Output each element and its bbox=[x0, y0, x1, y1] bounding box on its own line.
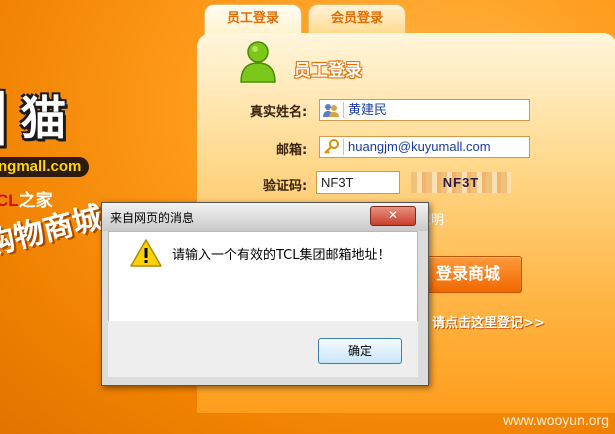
captcha-image[interactable]: NF3T bbox=[411, 172, 511, 193]
captcha-input[interactable]: NF3T bbox=[316, 171, 400, 194]
watermark: www.wooyun.org bbox=[503, 412, 609, 428]
logo-tcl-brand: CL bbox=[0, 191, 19, 210]
email-label: 邮箱: bbox=[276, 143, 308, 158]
alert-dialog: 来自网页的消息 ✕ 请输入一个有效的TCL集团邮箱地址！ 确定 bbox=[101, 202, 429, 386]
name-input[interactable]: 黄建民 bbox=[319, 99, 530, 121]
name-value: 黄建民 bbox=[348, 102, 388, 117]
captcha-label: 验证码: bbox=[263, 179, 308, 194]
dialog-title: 来自网页的消息 bbox=[110, 211, 195, 225]
register-link[interactable]: 请点击这里登记>> bbox=[432, 312, 545, 331]
dialog-message: 请输入一个有效的TCL集团邮箱地址！ bbox=[172, 248, 391, 263]
name-label: 真实姓名: bbox=[250, 105, 308, 120]
panel-heading: 员工登录 bbox=[294, 61, 362, 81]
logo-title-text: 猫 bbox=[20, 91, 66, 145]
tab-member-login[interactable]: 会员登录 bbox=[308, 4, 406, 35]
user-avatar-icon bbox=[240, 41, 276, 83]
close-icon: ✕ bbox=[387, 208, 399, 222]
close-button[interactable]: ✕ bbox=[370, 206, 416, 226]
tab-staff-login[interactable]: 员工登录 bbox=[204, 4, 302, 35]
ok-button[interactable]: 确定 bbox=[318, 338, 402, 364]
key-icon bbox=[324, 139, 339, 154]
warning-icon bbox=[130, 239, 162, 267]
dialog-titlebar[interactable]: 来自网页的消息 ✕ bbox=[102, 203, 428, 231]
input-separator bbox=[343, 102, 344, 118]
email-value: huangjm@kuyumall.com bbox=[348, 139, 491, 154]
login-button[interactable]: 登录商城 bbox=[414, 256, 522, 293]
logo-prefix-mark: ▌ bbox=[0, 91, 21, 145]
logo-title: ▌猫 bbox=[0, 82, 66, 148]
users-icon bbox=[323, 104, 339, 117]
input-separator bbox=[343, 139, 344, 155]
logo-domain: ngmall.com bbox=[0, 157, 90, 177]
email-input[interactable]: huangjm@kuyumall.com bbox=[319, 136, 530, 158]
